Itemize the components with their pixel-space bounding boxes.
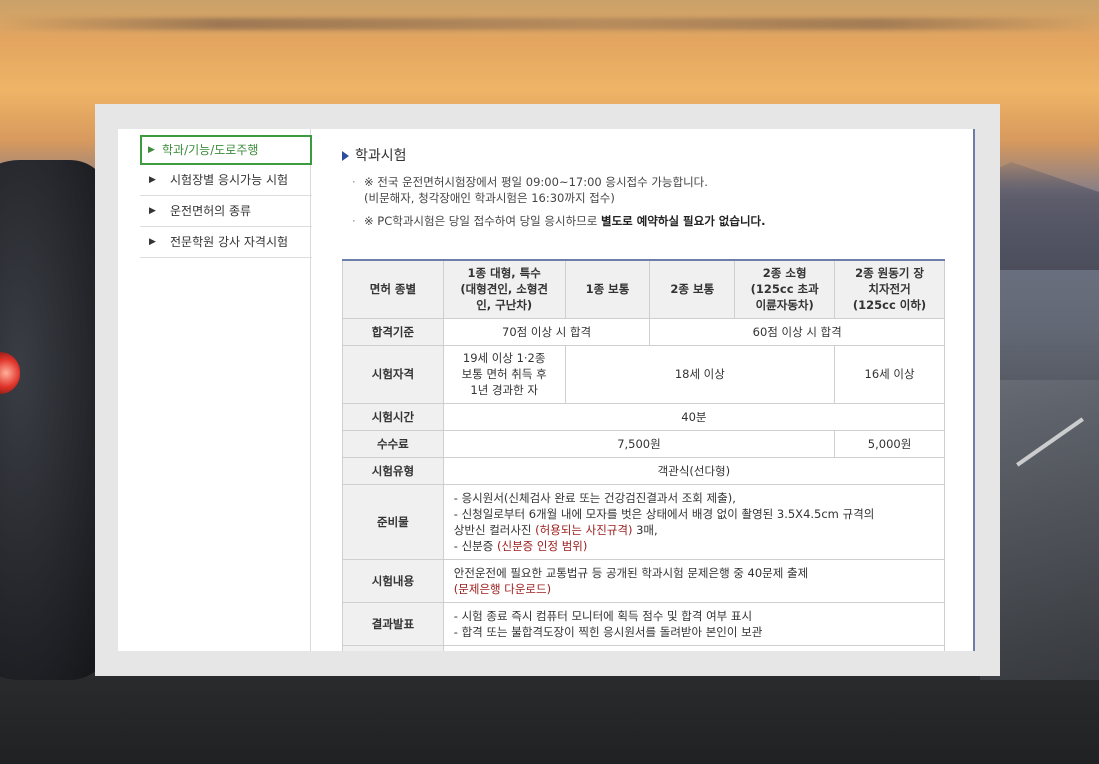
table-row: 시험자격 19세 이상 1·2종 보통 면허 취득 후 1년 경과한 자 18세… — [342, 344, 945, 404]
table-cell: 70점 이상 시 합격 — [442, 317, 651, 346]
chevron-right-icon: ▶ — [149, 237, 156, 247]
table-header-row: 면허 종별 1종 대형, 특수 (대형견인, 소형견 인, 구난차) 1종 보통… — [342, 259, 945, 319]
table-row: 시험유형 객관식(선다형) — [342, 456, 946, 485]
cell-text: 19세 이상 1·2종 — [462, 351, 546, 365]
header-text: 치자전거 — [868, 282, 911, 297]
sidebar-item-written-skill-road[interactable]: ▶ 학과/기능/도로주행 — [140, 135, 312, 165]
exam-info-table: 면허 종별 1종 대형, 특수 (대형견인, 소형견 인, 구난차) 1종 보통… — [342, 259, 946, 651]
table-row: 수수료 7,500원 5,000원 — [342, 429, 945, 458]
header-cell: 면허 종별 — [342, 259, 444, 319]
table-row: 합격기준 70점 이상 시 합격 60점 이상 시 합격 — [342, 317, 945, 346]
background-car — [0, 160, 110, 680]
page-title-text: 학과시험 — [355, 148, 407, 164]
header-text: 2종 원동기 장 — [855, 266, 924, 281]
cell-text-part: - 신분증 — [453, 538, 497, 553]
main-content: 학과시험 · ※ 전국 운전면허시험장에서 평일 09:00~17:00 응시접… — [342, 129, 957, 651]
sidebar-item-label: 전문학원 강사 자격시험 — [170, 235, 289, 249]
header-cell: 1종 보통 — [564, 259, 651, 319]
table-cell: - 시험 종료 즉시 컴퓨터 모니터에 획득 점수 및 합격 여부 표시 - 합… — [442, 601, 946, 646]
header-text: 1종 대형, 특수 — [467, 266, 541, 281]
table-row: 시험시간 40분 — [342, 402, 946, 431]
sidebar: ▶ 학과/기능/도로주행 ▶ 시험장별 응시가능 시험 ▶ 운전면허의 종류 ▶… — [118, 129, 312, 651]
notice-list: · ※ 전국 운전면허시험장에서 평일 09:00~17:00 응시접수 가능합… — [352, 174, 765, 236]
cell-text: - 합격 또는 불합격도장이 찍힌 응시원서를 돌려받아 본인이 보관 — [453, 624, 763, 639]
cell-text: 상반신 컬러사진 (허용되는 사진규격) 3매, — [454, 522, 944, 538]
row-label: 결과발표 — [342, 601, 444, 646]
header-cell: 1종 대형, 특수 (대형견인, 소형견 인, 구난차) — [442, 259, 566, 319]
table-cell: 19세 이상 1·2종 보통 면허 취득 후 1년 경과한 자 — [442, 344, 566, 404]
sidebar-item-instructor-exam[interactable]: ▶ 전문학원 강사 자격시험 — [140, 227, 312, 258]
cell-text: 1년 경과한 자 — [470, 383, 538, 397]
row-label — [342, 644, 444, 651]
id-scope-link[interactable]: (신분증 인정 범위) — [497, 539, 587, 553]
row-label: 수수료 — [342, 429, 444, 458]
table-row: 시험내용 안전운전에 필요한 교통법규 등 공개된 학과시험 문제은행 중 40… — [342, 558, 946, 603]
sidebar-item-license-types[interactable]: ▶ 운전면허의 종류 — [140, 196, 312, 227]
cell-text-part: 3매, — [632, 522, 658, 537]
table-cell: 객관식(선다형) — [442, 456, 946, 485]
question-bank-download-link[interactable]: (문제은행 다운로드) — [454, 581, 944, 597]
table-cell: 5,000원 — [834, 429, 945, 458]
panel-right-border — [973, 129, 975, 651]
title-triangle-icon — [342, 151, 349, 161]
content-frame: ▶ 학과/기능/도로주행 ▶ 시험장별 응시가능 시험 ▶ 운전면허의 종류 ▶… — [95, 104, 1000, 676]
content-panel: ▶ 학과/기능/도로주행 ▶ 시험장별 응시가능 시험 ▶ 운전면허의 종류 ▶… — [118, 129, 975, 651]
sidebar-item-test-sites[interactable]: ▶ 시험장별 응시가능 시험 — [140, 165, 312, 196]
header-cell: 2종 보통 — [649, 259, 736, 319]
photo-spec-link[interactable]: (허용되는 사진규격) — [535, 523, 632, 537]
row-label: 준비물 — [342, 483, 444, 560]
table-row — [342, 644, 946, 651]
row-label: 시험시간 — [342, 402, 444, 431]
sidebar-item-label: 시험장별 응시가능 시험 — [170, 173, 289, 187]
notice-item: · ※ 전국 운전면허시험장에서 평일 09:00~17:00 응시접수 가능합… — [352, 174, 765, 206]
row-label: 합격기준 — [342, 317, 444, 346]
header-cell: 2종 원동기 장 치자전거 (125cc 이하) — [834, 259, 945, 319]
background-cloud — [0, 18, 1099, 30]
chevron-right-icon: ▶ — [149, 175, 156, 185]
header-text: 이륜자동차) — [755, 298, 814, 313]
table-cell: - 응시원서(신체검사 완료 또는 건강검진결과서 조회 제출), - 신청일로… — [442, 483, 946, 560]
table-row: 결과발표 - 시험 종료 즉시 컴퓨터 모니터에 획득 점수 및 합격 여부 표… — [342, 601, 946, 646]
header-text: 2종 소형 — [762, 266, 807, 281]
row-label: 시험내용 — [342, 558, 444, 603]
table-row: 준비물 - 응시원서(신체검사 완료 또는 건강검진결과서 조회 제출), - … — [342, 483, 946, 560]
notice-emphasis: 별도로 예약하실 필요가 없습니다. — [600, 214, 766, 228]
header-text: (대형견인, 소형견 — [460, 282, 549, 297]
cell-text-part: 상반신 컬러사진 — [453, 522, 536, 537]
page-title: 학과시험 — [342, 145, 407, 165]
cell-text: - 신청일로부터 6개월 내에 모자를 벗은 상태에서 배경 없이 촬영된 3.… — [453, 506, 875, 521]
table-cell: 안전운전에 필요한 교통법규 등 공개된 학과시험 문제은행 중 40문제 출제… — [442, 558, 946, 603]
sidebar-item-label: 학과/기능/도로주행 — [162, 143, 259, 157]
cell-text: - 시험 종료 즉시 컴퓨터 모니터에 획득 점수 및 합격 여부 표시 — [453, 608, 753, 623]
cell-text: 보통 면허 취득 후 — [461, 367, 547, 381]
notice-item: · ※ PC학과시험은 당일 접수하여 당일 응시하므로 별도로 예약하실 필요… — [352, 213, 765, 229]
notice-line: (비문해자, 청각장애인 학과시험은 16:30까지 접수) — [364, 191, 615, 205]
row-label: 시험유형 — [342, 456, 444, 485]
table-cell: 18세 이상 — [564, 344, 836, 404]
bullet-icon: · — [352, 214, 356, 228]
cell-text: 안전운전에 필요한 교통법규 등 공개된 학과시험 문제은행 중 40문제 출제 — [453, 565, 809, 580]
table-cell: 7,500원 — [442, 429, 836, 458]
cell-text: - 신분증 (신분증 인정 범위) — [454, 538, 944, 554]
chevron-right-icon: ▶ — [149, 206, 156, 216]
notice-line: ※ PC학과시험은 당일 접수하여 당일 응시하므로 — [364, 214, 601, 228]
header-text: (125cc 초과 — [750, 282, 819, 297]
table-cell: 16세 이상 — [834, 344, 945, 404]
header-cell: 2종 소형 (125cc 초과 이륜자동차) — [734, 259, 836, 319]
table-cell: 60점 이상 시 합격 — [649, 317, 945, 346]
table-cell — [442, 644, 946, 651]
bullet-icon: · — [352, 175, 356, 189]
header-text: (125cc 이하) — [852, 298, 927, 313]
chevron-right-icon: ▶ — [148, 145, 155, 155]
cell-text: - 응시원서(신체검사 완료 또는 건강검진결과서 조회 제출), — [453, 490, 736, 505]
table-cell: 40분 — [442, 402, 946, 431]
header-text: 인, 구난차) — [476, 298, 533, 313]
row-label: 시험자격 — [342, 344, 444, 404]
notice-line: ※ 전국 운전면허시험장에서 평일 09:00~17:00 응시접수 가능합니다… — [364, 175, 708, 189]
sidebar-item-label: 운전면허의 종류 — [170, 204, 252, 218]
